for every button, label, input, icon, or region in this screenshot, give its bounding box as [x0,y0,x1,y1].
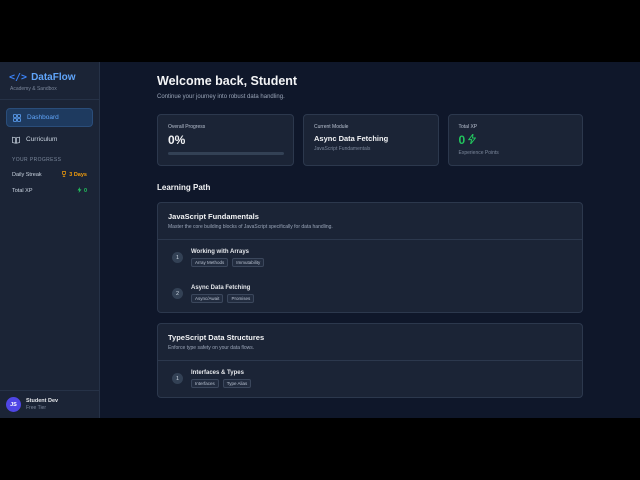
module-header: JavaScript Fundamentals Master the core … [158,203,582,240]
xp-card-subtitle: Experience Points [458,150,499,156]
module-card: TypeScript Data Structures Enforce type … [157,323,583,398]
streak-label: Daily Streak [12,172,42,178]
sidebar-item-label: Curriculum [26,136,58,143]
avatar: JS [6,397,21,412]
grid-icon [13,113,21,122]
lesson-number: 1 [172,373,183,384]
card-label: Current Module [314,124,349,130]
trophy-icon [61,171,67,179]
card-label: Overall Progress [168,124,206,130]
user-name: Student Dev [26,398,59,404]
tag: Type Alias [222,379,252,388]
module-card: JavaScript Fundamentals Master the core … [157,202,583,313]
streak-row: Daily Streak 3 Days [0,171,99,179]
tag: Promises [227,294,255,303]
module-header: TypeScript Data Structures Enforce type … [158,324,582,361]
xp-value-text: 0 [83,188,87,194]
brand: </> DataFlow Academy & Sandbox [0,62,99,100]
user-profile[interactable]: JS Student Dev Free Tier [0,390,99,418]
progress-section-title: YOUR PROGRESS [12,157,62,163]
lesson-tags: Async/Await Promises [191,294,255,303]
xp-value: 0 [77,187,87,195]
lightning-icon [467,132,477,147]
sidebar-nav: Dashboard Curriculum [0,100,99,149]
lesson-item[interactable]: 1 Working with Arrays Array Methods Immu… [158,240,582,276]
page-subtitle: Continue your journey into robust data h… [157,94,285,100]
code-icon: </> [9,71,28,83]
streak-value-text: 3 Days [69,172,87,178]
tag: Array Methods [191,258,229,267]
lesson-item[interactable]: 2 Async Data Fetching Async/Await Promis… [158,276,582,312]
progress-card: Overall Progress 0% [157,114,294,166]
lesson-number: 2 [172,288,183,299]
tag: Interfaces [191,379,219,388]
sidebar-item-label: Dashboard [27,114,59,121]
progress-bar [168,152,284,155]
xp-card-value: 0 [458,132,573,147]
sidebar-item-curriculum[interactable]: Curriculum [6,130,93,149]
sidebar: </> DataFlow Academy & Sandbox Dashboard… [0,62,100,418]
lesson-tags: Array Methods Immutability [191,258,265,267]
lesson-title: Interfaces & Types [191,370,244,376]
stats-cards: Overall Progress 0% Current Module Async… [157,114,583,166]
lightning-icon [77,187,82,195]
streak-value: 3 Days [61,171,87,179]
sidebar-item-dashboard[interactable]: Dashboard [6,108,93,127]
app-window: </> DataFlow Academy & Sandbox Dashboard… [0,62,640,418]
user-plan: Free Tier [26,405,47,411]
xp-card: Total XP 0 Experience Points [447,114,583,166]
module-description: Master the core building blocks of JavaS… [168,224,333,230]
lesson-title: Async Data Fetching [191,285,251,291]
current-module-title: Async Data Fetching [314,134,389,143]
xp-card-value-text: 0 [458,133,466,147]
lesson-number: 1 [172,252,183,263]
tag: Async/Await [191,294,224,303]
progress-value: 0% [168,133,186,147]
brand-subtitle: Academy & Sandbox [10,86,57,92]
tag: Immutability [232,258,265,267]
lesson-tags: Interfaces Type Alias [191,379,252,388]
book-icon [12,136,20,144]
lesson-item[interactable]: 1 Interfaces & Types Interfaces Type Ali… [158,361,582,397]
xp-label: Total XP [12,188,33,194]
module-title: TypeScript Data Structures [168,333,265,342]
module-title: JavaScript Fundamentals [168,212,259,221]
page-title: Welcome back, Student [157,74,298,88]
card-label: Total XP [458,124,478,130]
current-module-subtitle: JavaScript Fundamentals [314,146,371,152]
brand-name: DataFlow [31,72,76,83]
learning-path-title: Learning Path [157,183,211,192]
xp-row: Total XP 0 [0,187,99,195]
current-module-card[interactable]: Current Module Async Data Fetching JavaS… [303,114,439,166]
main-content: Welcome back, Student Continue your jour… [100,62,640,418]
lesson-title: Working with Arrays [191,249,250,255]
module-description: Enforce type safety on your data flows. [168,345,255,351]
